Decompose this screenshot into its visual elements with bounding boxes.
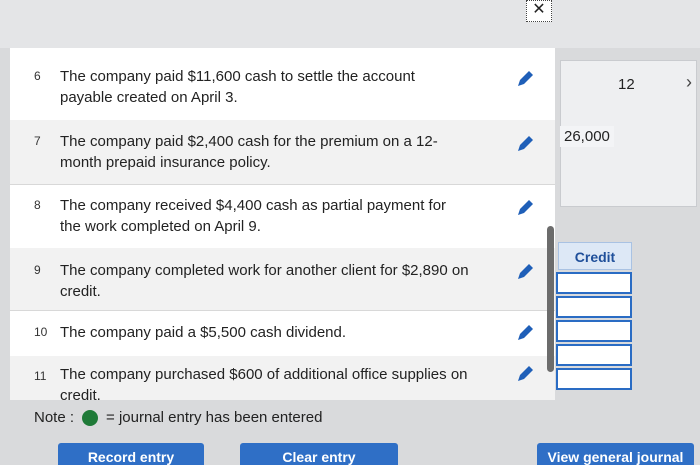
page-number: 12	[618, 76, 635, 93]
transaction-number: 6	[34, 69, 41, 83]
credit-input[interactable]	[556, 320, 632, 342]
transaction-number: 9	[34, 263, 41, 277]
transaction-row[interactable]: 8 The company received $4,400 cash as pa…	[10, 184, 555, 249]
note-label: Note :	[34, 409, 75, 426]
transaction-description: The company paid a $5,500 cash dividend.	[60, 324, 347, 341]
transaction-number: 7	[34, 134, 41, 148]
edit-pencil-icon[interactable]	[515, 262, 535, 282]
credit-input[interactable]	[556, 296, 632, 318]
transaction-row[interactable]: 9 The company completed work for another…	[10, 248, 555, 311]
view-general-journal-button[interactable]: View general journal	[537, 443, 694, 465]
credit-input-column	[556, 272, 632, 392]
transaction-description: The company paid $2,400 cash for the pre…	[60, 133, 438, 171]
close-icon[interactable]: ✕	[526, 0, 552, 22]
transaction-description: The company received $4,400 cash as part…	[60, 197, 447, 235]
transaction-list: 6 The company paid $11,600 cash to settl…	[10, 48, 555, 400]
transaction-description: The company purchased $600 of additional…	[60, 366, 468, 400]
transaction-number: 10	[34, 325, 48, 339]
transaction-row[interactable]: 11 The company purchased $600 of additio…	[10, 356, 555, 400]
legend-note: Note : = journal entry has been entered	[34, 409, 322, 426]
clear-entry-button[interactable]: Clear entry	[240, 443, 398, 465]
transaction-number: 11	[34, 369, 47, 383]
edit-pencil-icon[interactable]	[515, 134, 535, 154]
scrollbar-thumb[interactable]	[547, 226, 554, 372]
transaction-row[interactable]: 10 The company paid a $5,500 cash divide…	[10, 310, 555, 357]
transaction-description: The company completed work for another c…	[60, 262, 469, 300]
note-text: = journal entry has been entered	[106, 409, 323, 426]
edit-pencil-icon[interactable]	[515, 198, 535, 218]
edit-pencil-icon[interactable]	[515, 323, 535, 343]
credit-input[interactable]	[556, 272, 632, 294]
record-entry-button[interactable]: Record entry	[58, 443, 204, 465]
chevron-right-icon[interactable]: ›	[686, 72, 692, 93]
entered-dot-icon	[82, 409, 99, 426]
amount-value: 26,000	[560, 126, 614, 147]
transaction-description: The company paid $11,600 cash to settle …	[60, 68, 415, 106]
top-strip	[0, 0, 700, 48]
transaction-row[interactable]: 7 The company paid $2,400 cash for the p…	[10, 120, 555, 185]
credit-input[interactable]	[556, 368, 632, 390]
transaction-row[interactable]: 6 The company paid $11,600 cash to settl…	[10, 48, 555, 121]
edit-pencil-icon[interactable]	[515, 69, 535, 89]
credit-column-header: Credit	[558, 242, 632, 270]
edit-pencil-icon[interactable]	[515, 364, 535, 384]
credit-input[interactable]	[556, 344, 632, 366]
transaction-number: 8	[34, 198, 41, 212]
